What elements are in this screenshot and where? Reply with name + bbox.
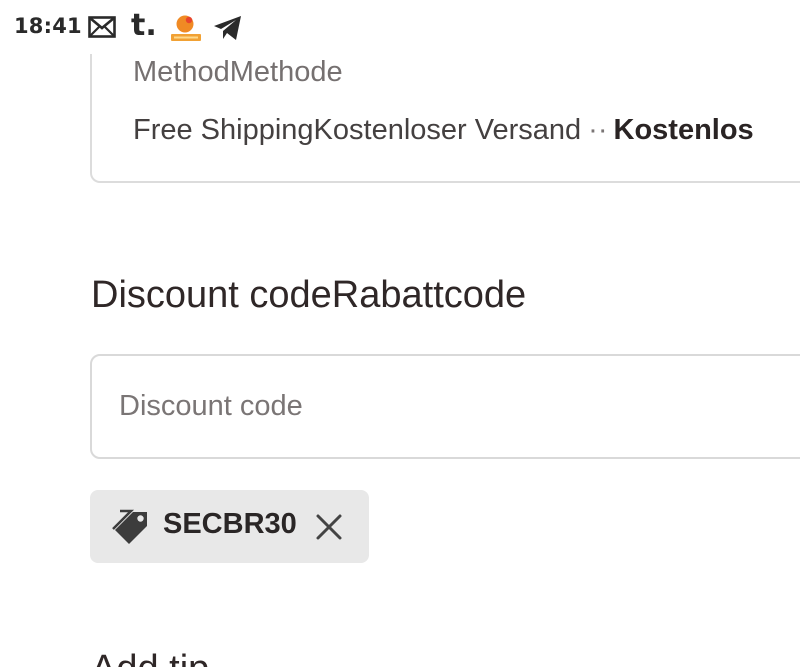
shipping-separator: ·· — [588, 114, 608, 146]
mail-icon — [88, 16, 116, 43]
shipping-price: Kostenlos — [613, 114, 754, 146]
discount-heading: Discount codeRabattcode — [91, 274, 527, 316]
status-time: 18:41 — [14, 14, 82, 38]
tumblr-icon: t. — [131, 8, 157, 43]
checkout-page: 18:41 t. MethodMethode Free ShippingKost… — [0, 0, 800, 667]
close-icon[interactable] — [311, 509, 347, 545]
tag-icon — [111, 506, 153, 553]
app-icon — [170, 13, 202, 48]
applied-discount-tag: SECBR30 — [90, 490, 369, 563]
status-bar: 18:41 t. — [0, 0, 800, 54]
shipping-option-line: Free ShippingKostenloser Versand ·· Kosten… — [133, 114, 754, 147]
applied-discount-code: SECBR30 — [163, 508, 297, 540]
shipping-option-name: Free ShippingKostenloser Versand — [133, 114, 582, 146]
discount-code-input[interactable] — [90, 354, 800, 459]
shipping-method-label: MethodMethode — [133, 56, 343, 88]
telegram-icon — [213, 15, 243, 46]
tip-section-heading: Add tip — [91, 648, 209, 667]
